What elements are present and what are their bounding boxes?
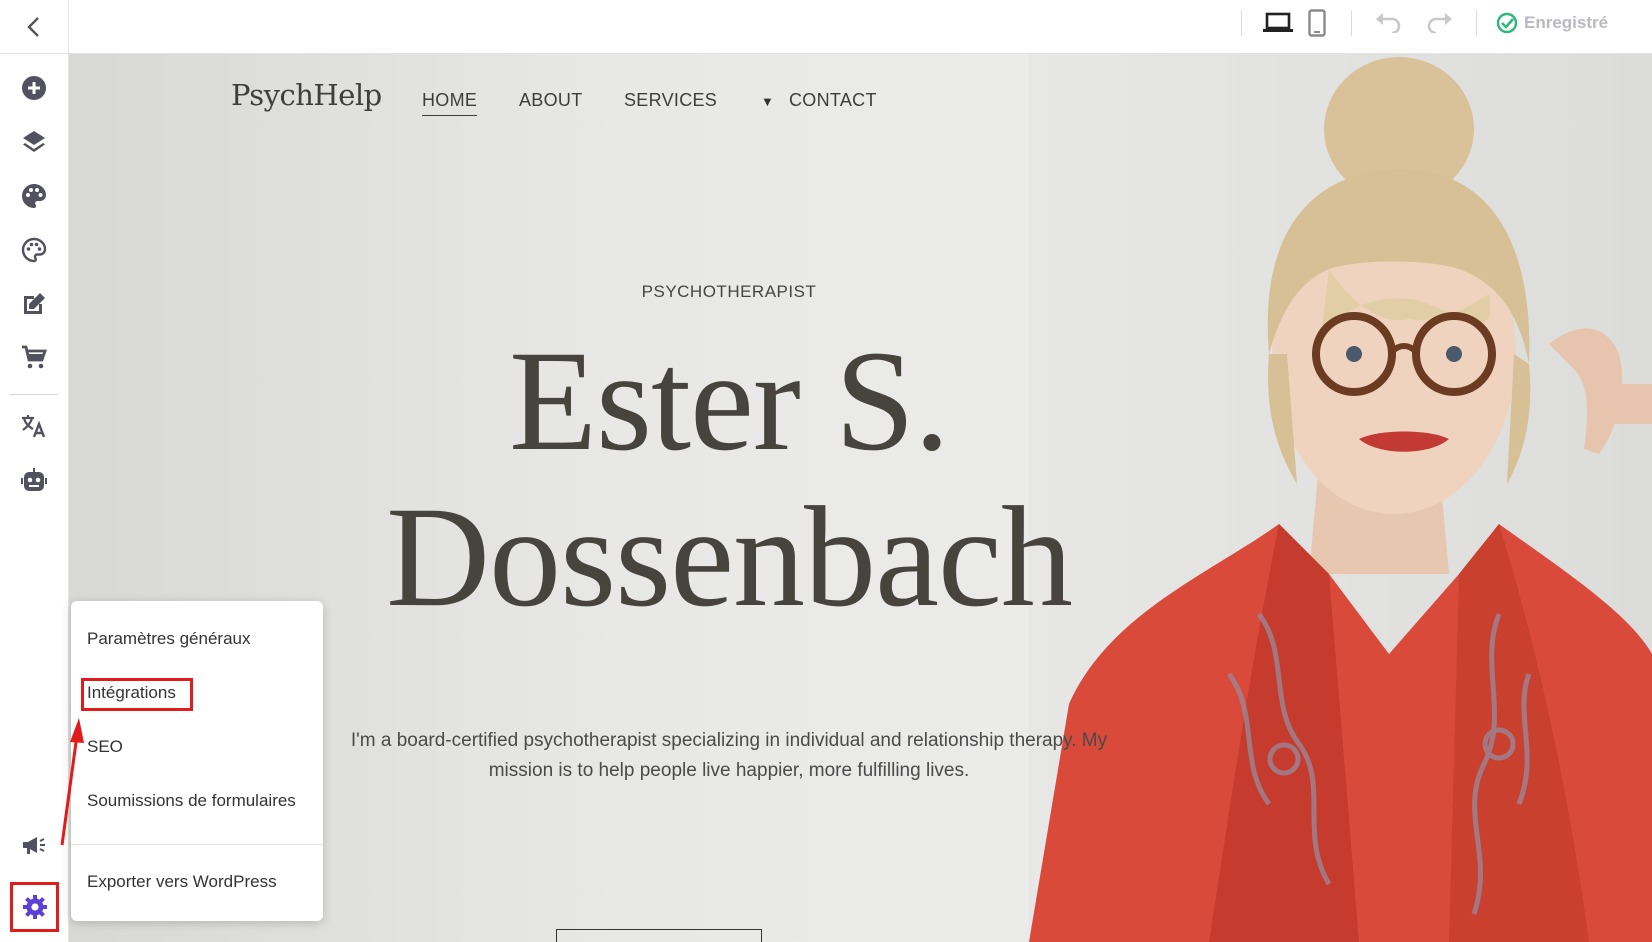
gear-icon <box>22 895 47 919</box>
toolbar-separator <box>1476 10 1477 36</box>
editor-sidebar <box>0 54 69 942</box>
nav-link-about[interactable]: ABOUT <box>519 90 583 111</box>
hero-headline-line2: Dossenbach <box>386 478 1073 637</box>
desktop-view-button[interactable] <box>1262 8 1294 38</box>
edit-content-button[interactable] <box>14 284 54 324</box>
translate-button[interactable] <box>14 406 54 446</box>
back-button[interactable] <box>0 0 69 54</box>
menu-item-seo[interactable]: SEO <box>87 737 123 757</box>
phone-icon <box>1308 9 1326 37</box>
save-status-label: Enregistré <box>1524 13 1609 32</box>
redo-button[interactable] <box>1425 8 1455 38</box>
redo-icon <box>1427 13 1452 33</box>
ai-assistant-button[interactable] <box>14 460 54 500</box>
cart-icon <box>22 345 47 369</box>
menu-item-export-wordpress[interactable]: Exporter vers WordPress <box>87 872 277 892</box>
edit-icon <box>24 293 45 314</box>
toolbar-separator <box>1241 10 1242 36</box>
palette-filled-icon <box>22 184 46 208</box>
layers-icon <box>23 131 45 152</box>
layers-button[interactable] <box>14 122 54 162</box>
add-circle-icon <box>22 76 46 100</box>
editor-topbar: Enregistré <box>0 0 1652 54</box>
menu-divider <box>71 844 323 845</box>
toolbar-separator <box>1351 10 1352 36</box>
settings-button[interactable] <box>10 882 59 932</box>
colors-button[interactable] <box>14 230 54 270</box>
hero-kicker: PSYCHOTHERAPIST <box>641 282 817 301</box>
robot-icon <box>21 468 47 491</box>
caret-down-icon[interactable]: ▼ <box>761 94 774 109</box>
check-circle-icon <box>1496 12 1518 34</box>
undo-button[interactable] <box>1373 8 1403 38</box>
add-element-button[interactable] <box>14 68 54 108</box>
hero-headline: Ester S. Dossenbach <box>299 324 1159 636</box>
menu-item-form-submissions[interactable]: Soumissions de formulaires <box>87 791 296 811</box>
theme-button[interactable] <box>14 176 54 216</box>
palette-outline-icon <box>21 237 47 263</box>
shop-button[interactable] <box>14 338 54 378</box>
mobile-view-button[interactable] <box>1306 8 1328 38</box>
nav-link-services[interactable]: SERVICES <box>624 90 717 111</box>
hero-headline-line1: Ester S. <box>509 322 950 481</box>
sidebar-divider <box>10 394 58 395</box>
save-status: Enregistré <box>1496 10 1608 36</box>
laptop-icon <box>1263 12 1293 32</box>
nav-link-contact[interactable]: CONTACT <box>789 90 877 111</box>
chevron-left-icon <box>27 17 39 37</box>
nav-link-home[interactable]: HOME <box>422 90 478 116</box>
translate-icon <box>22 415 46 438</box>
megaphone-icon <box>23 837 45 854</box>
hero-cta-button[interactable] <box>556 929 762 942</box>
integrations-highlight-box <box>81 678 193 711</box>
menu-item-general-settings[interactable]: Paramètres généraux <box>87 629 250 649</box>
undo-icon <box>1376 13 1401 33</box>
marketing-button[interactable] <box>14 826 54 866</box>
hero-bio: I'm a board-certified psychotherapist sp… <box>350 730 1108 781</box>
site-logo[interactable]: PsychHelp <box>231 78 382 112</box>
settings-menu: Paramètres généraux Intégrations SEO Sou… <box>71 601 323 921</box>
